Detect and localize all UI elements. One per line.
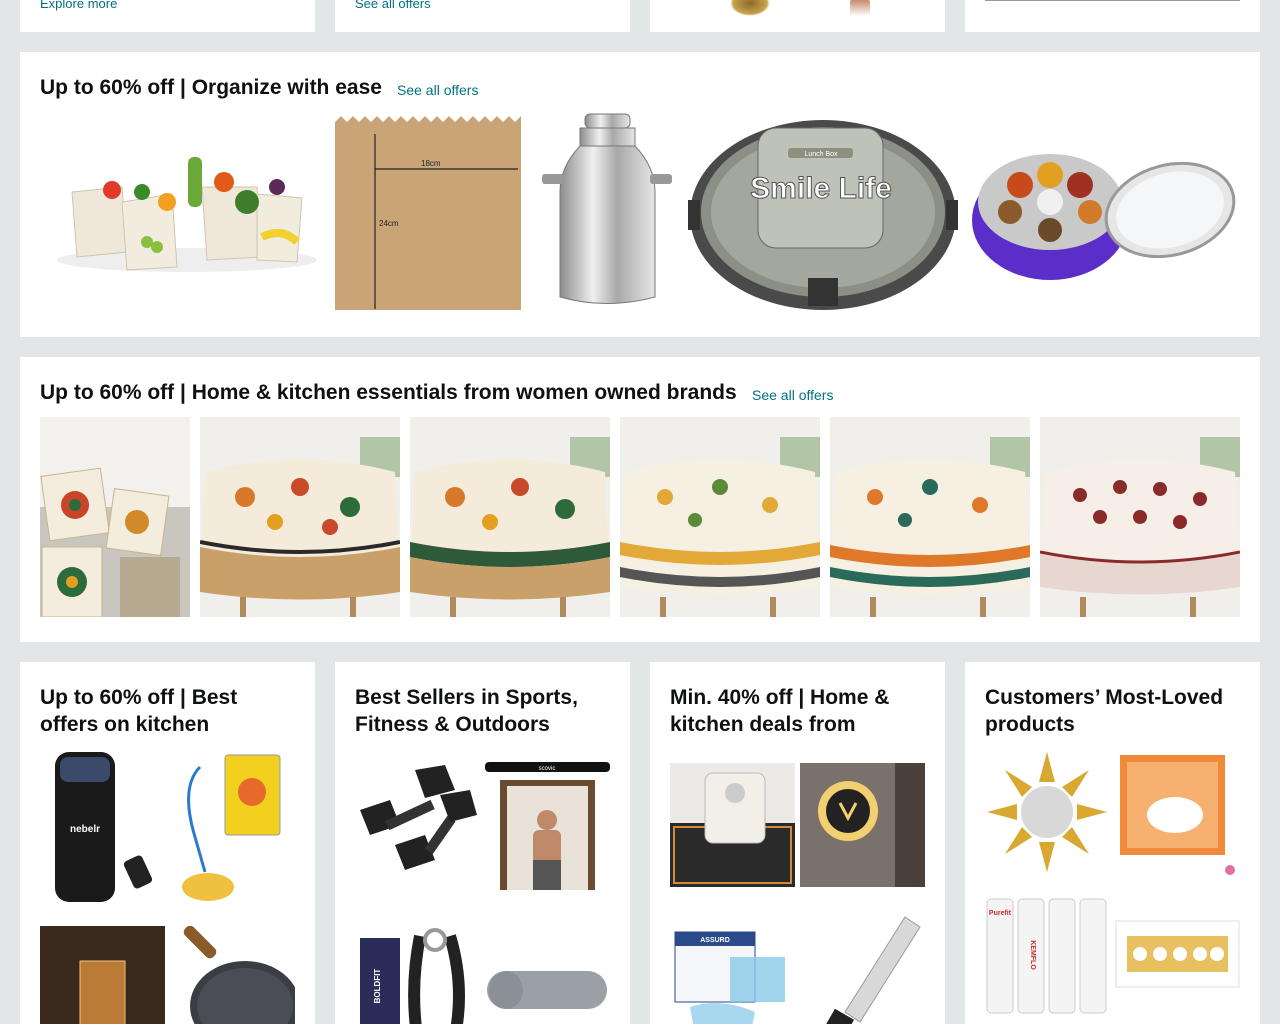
tape-rolls-illustration: Purefit KEMFLO <box>986 898 1107 1014</box>
crinkle-cutter-illustration <box>817 916 921 1024</box>
product-thumb[interactable] <box>730 0 770 16</box>
product-image-lunch-box[interactable]: Lunch Box Smile Life <box>688 110 958 315</box>
brand-label: BOLDFIT <box>373 969 382 1004</box>
top-card-4 <box>965 0 1260 32</box>
section-title: Up to 60% off | Organize with ease <box>40 76 382 99</box>
product-tile-coffee-mat[interactable] <box>670 763 795 887</box>
women-owned-section: Up to 60% off | Home & kitchen essential… <box>20 357 1260 642</box>
paper-bag-illustration: 18cm 24cm <box>335 116 521 310</box>
lunch-box-lid-text: Smile Life <box>750 172 892 205</box>
table-cover-illustration <box>620 417 820 617</box>
top-card-2: See all offers <box>335 0 630 32</box>
product-image-table-cover-3[interactable] <box>620 417 820 617</box>
sports-bestsellers-card: Best Sellers in Sports, Fitness & Outdoo… <box>335 662 630 1024</box>
card-title[interactable]: Best Sellers in Sports, Fitness & Outdoo… <box>355 684 610 738</box>
divider <box>985 0 1240 1</box>
most-loved-card: Customers’ Most-Loved products Purefit K… <box>965 662 1260 1024</box>
tape-label: Purefit <box>989 910 1012 917</box>
sun-mirror-illustration <box>987 752 1107 872</box>
home-kitchen-deals-card: Min. 40% off | Home & kitchen deals from… <box>650 662 945 1024</box>
dumbbells-illustration <box>360 765 477 870</box>
brand-label: nebelr <box>70 824 100 835</box>
card-title[interactable]: Up to 60% off | Best offers on kitchen <box>40 684 295 738</box>
pullup-bar-illustration: scovic <box>485 762 610 890</box>
product-tile-face-masks[interactable]: ASSURD <box>670 912 795 1024</box>
see-all-offers-link[interactable]: See all offers <box>355 0 431 11</box>
lunch-box-illustration: Lunch Box Smile Life <box>688 120 958 310</box>
gold-border-illustration <box>1115 920 1240 988</box>
coffee-mat-illustration <box>670 772 795 887</box>
see-all-offers-link[interactable]: See all offers <box>397 81 478 99</box>
product-tile-gold-border[interactable] <box>1115 920 1240 988</box>
card-title[interactable]: Min. 40% off | Home & kitchen deals from <box>670 684 925 738</box>
bag-height-label: 24cm <box>379 219 399 228</box>
cushions-illustration <box>40 417 190 617</box>
product-tile-gift-box[interactable] <box>1115 750 1240 880</box>
product-tile-oil-pump[interactable] <box>170 747 295 905</box>
product-tile-crinkle-cutter[interactable] <box>800 912 925 1024</box>
product-tile-air-purifier[interactable]: nebelr <box>40 747 165 905</box>
table-cover-illustration <box>1040 417 1240 617</box>
lunch-box-label: Lunch Box <box>804 151 838 158</box>
product-image-veg-bags[interactable] <box>52 132 324 282</box>
product-image-table-cover-1[interactable] <box>200 417 400 617</box>
brand-label: scovic <box>539 766 556 772</box>
see-all-offers-link[interactable]: See all offers <box>752 386 833 404</box>
air-purifier-illustration: nebelr <box>55 752 153 902</box>
product-thumb[interactable] <box>850 0 870 16</box>
yoga-mat-illustration <box>487 971 607 1009</box>
veg-bags-illustration <box>52 132 324 282</box>
product-tile-glass[interactable] <box>40 926 165 1024</box>
tawa-pan-illustration <box>183 926 295 1024</box>
hand-gripper-illustration: BOLDFIT <box>360 928 465 1024</box>
milk-can-illustration <box>542 113 672 304</box>
oil-pump-illustration <box>182 754 281 901</box>
product-image-table-cover-4[interactable] <box>830 417 1030 617</box>
product-tile-dumbbells[interactable] <box>355 760 480 890</box>
product-tile-pullup-bar[interactable]: scovic <box>485 760 610 890</box>
card-title[interactable]: Customers’ Most-Loved products <box>985 684 1240 738</box>
product-tile-tape-rolls[interactable]: Purefit KEMFLO <box>985 895 1110 1015</box>
table-cover-illustration <box>830 417 1030 617</box>
spice-box-illustration <box>972 154 1236 280</box>
product-image-table-cover-5[interactable] <box>1040 417 1240 617</box>
gift-box-illustration <box>1120 755 1235 875</box>
organize-section: Up to 60% off | Organize with ease See a… <box>20 52 1260 337</box>
product-tile-yoga-mat[interactable] <box>485 926 610 1024</box>
top-card-1: Explore more <box>20 0 315 32</box>
product-tile-sun-mirror[interactable] <box>985 750 1110 880</box>
product-tile-tawa[interactable] <box>170 926 295 1024</box>
kitchen-offers-card: Up to 60% off | Best offers on kitchen n… <box>20 662 315 1024</box>
tape-brand: KEMFLO <box>1029 940 1036 970</box>
top-card-3 <box>650 0 945 32</box>
product-image-paper-bag[interactable]: 18cm 24cm <box>333 114 523 310</box>
product-image-table-cover-2[interactable] <box>410 417 610 617</box>
glass-tumbler-illustration <box>79 960 126 1024</box>
face-masks-illustration: ASSURD <box>674 931 785 1024</box>
product-tile-wall-lamp[interactable] <box>800 763 925 887</box>
table-cover-illustration <box>200 417 400 617</box>
table-cover-illustration <box>410 417 610 617</box>
wall-lamp-illustration <box>800 763 925 887</box>
product-tile-hand-gripper[interactable]: BOLDFIT <box>355 926 480 1024</box>
explore-more-link[interactable]: Explore more <box>40 0 117 11</box>
product-image-spice-box[interactable] <box>970 140 1240 290</box>
product-image-cushions[interactable] <box>40 417 190 617</box>
product-image-milk-can[interactable] <box>540 112 675 312</box>
bag-width-label: 18cm <box>421 159 441 168</box>
brand-label: ASSURD <box>700 937 730 944</box>
section-title: Up to 60% off | Home & kitchen essential… <box>40 381 737 404</box>
